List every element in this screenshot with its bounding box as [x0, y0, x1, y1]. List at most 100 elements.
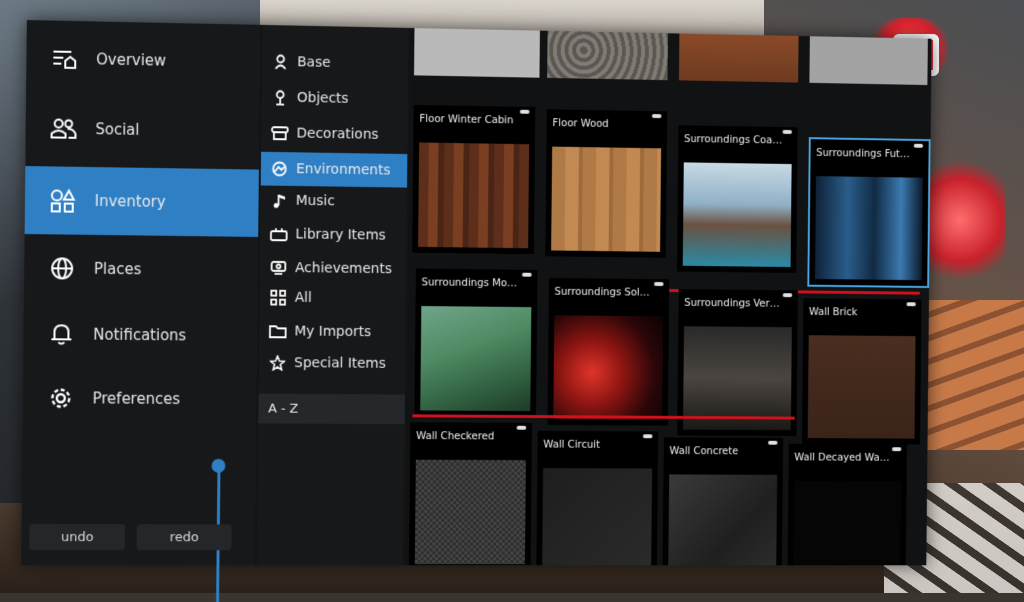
category-label: Environments [296, 161, 390, 178]
partial-tile[interactable] [547, 31, 668, 80]
nav-item-inventory[interactable]: Inventory [25, 166, 259, 237]
undo-button[interactable]: undo [29, 524, 125, 550]
category-label: Base [297, 54, 330, 70]
tile-wall-brick[interactable]: Wall Brick [802, 298, 922, 444]
tile-menu-icon[interactable] [643, 434, 653, 438]
tile-thumbnail [793, 481, 901, 566]
nav-item-overview[interactable]: Overview [26, 26, 260, 94]
environment-grid: Floor Winter Cabin Floor Wood Surroundin… [405, 28, 932, 565]
category-achievements[interactable]: Achievements [260, 253, 407, 284]
category-list: Base Objects Decorations Environments Mu… [257, 25, 409, 565]
tile-menu-icon[interactable] [652, 114, 662, 118]
main-nav: Overview Social Inventory Places Notific… [21, 20, 260, 565]
tile-menu-icon[interactable] [783, 293, 792, 297]
nav-item-label: Places [94, 260, 141, 278]
tile-menu-icon[interactable] [892, 447, 901, 451]
category-objects[interactable]: Objects [261, 82, 408, 114]
tile-label: Wall Brick [809, 306, 907, 319]
award-icon [270, 259, 288, 277]
shapes-icon [49, 186, 77, 214]
tile-menu-icon[interactable] [907, 302, 916, 306]
tile-label: Surroundings Sola... [554, 286, 654, 299]
tile-label: Surroundings Mou... [422, 276, 523, 289]
overview-icon [50, 45, 78, 73]
tile-wall-concrete[interactable]: Wall Concrete [662, 437, 783, 565]
tile-label: Wall Checkered [416, 430, 517, 442]
tile-thumbnail [683, 326, 792, 430]
tile-menu-icon[interactable] [517, 426, 527, 430]
tile-wall-circuit[interactable]: Wall Circuit [536, 431, 658, 565]
folder-icon [269, 322, 287, 340]
category-label: Library Items [295, 227, 385, 244]
tile-menu-icon[interactable] [783, 130, 792, 134]
category-label: Achievements [295, 260, 392, 277]
nav-item-notifications[interactable]: Notifications [23, 302, 257, 368]
tile-thumbnail [551, 147, 661, 252]
tile-thumbnail [418, 142, 529, 248]
tile-label: Surroundings Coas... [684, 133, 783, 146]
tile-thumbnail [683, 162, 792, 267]
tile-thumbnail [542, 468, 652, 565]
nav-scroll-handle[interactable] [212, 459, 226, 473]
tile-thumbnail [415, 460, 526, 564]
star-icon [269, 354, 287, 372]
tile-label: Surroundings Futu... [816, 147, 914, 160]
brick-stairs [914, 300, 1024, 450]
nav-item-label: Social [95, 120, 139, 139]
tile-thumbnail [553, 315, 663, 420]
category-special-items[interactable]: Special Items [259, 348, 406, 379]
category-label: Objects [297, 90, 349, 107]
tile-menu-icon[interactable] [914, 144, 923, 148]
tile-surroundings-solar[interactable]: Surroundings Sola... [547, 278, 669, 426]
partial-tile[interactable] [809, 36, 927, 85]
inventory-panel: Overview Social Inventory Places Notific… [21, 20, 931, 565]
category-library-items[interactable]: Library Items [260, 219, 407, 251]
category-decorations[interactable]: Decorations [261, 118, 408, 150]
nav-item-social[interactable]: Social [25, 96, 259, 164]
tile-label: Wall Circuit [543, 439, 643, 451]
tile-menu-icon[interactable] [520, 110, 530, 114]
bell-icon [47, 320, 75, 348]
tile-label: Floor Winter Cabin [419, 113, 520, 127]
partial-tile[interactable] [679, 34, 799, 83]
bust-icon [272, 53, 290, 71]
tile-surroundings-future[interactable]: Surroundings Futu... [809, 139, 928, 286]
globe-icon [48, 254, 76, 282]
partial-tile[interactable] [414, 28, 540, 78]
category-environments[interactable]: Environments [261, 152, 408, 188]
category-label: All [295, 290, 312, 306]
tile-floor-wood[interactable]: Floor Wood [545, 109, 667, 258]
library-icon [270, 225, 288, 243]
redo-button[interactable]: redo [137, 524, 232, 550]
nav-item-label: Inventory [95, 192, 166, 211]
banner-icon [271, 124, 289, 142]
grid-icon [269, 289, 287, 307]
nav-item-places[interactable]: Places [24, 236, 258, 302]
category-base[interactable]: Base [262, 47, 409, 79]
lamp-icon [271, 89, 289, 107]
tile-floor-winter-cabin[interactable]: Floor Winter Cabin [412, 105, 535, 254]
tile-surroundings-vertical[interactable]: Surroundings Verti... [677, 289, 798, 436]
tile-wall-checkered[interactable]: Wall Checkered [409, 422, 532, 565]
category-label: Decorations [296, 126, 378, 143]
tile-menu-icon[interactable] [522, 273, 532, 277]
tile-wall-decayed[interactable]: Wall Decayed Wall... [787, 444, 907, 565]
nav-item-label: Notifications [93, 326, 186, 345]
category-all[interactable]: All [259, 283, 406, 314]
category-label: Music [296, 193, 335, 209]
category-my-imports[interactable]: My Imports [259, 316, 406, 347]
tile-surroundings-mountain[interactable]: Surroundings Mou... [414, 269, 537, 418]
nav-item-preferences[interactable]: Preferences [23, 366, 257, 431]
tile-thumbnail [668, 474, 777, 565]
category-music[interactable]: Music [260, 185, 407, 217]
tile-menu-icon[interactable] [768, 441, 777, 445]
people-icon [50, 114, 78, 142]
category-label: Special Items [294, 355, 386, 372]
tile-menu-icon[interactable] [654, 282, 664, 286]
landscape-icon [271, 160, 289, 178]
nav-item-label: Preferences [93, 389, 181, 407]
category-label: My Imports [294, 324, 371, 341]
tile-label: Surroundings Verti... [684, 297, 783, 310]
sort-order-button[interactable]: A - Z [258, 394, 405, 425]
tile-surroundings-coast[interactable]: Surroundings Coas... [677, 125, 798, 273]
